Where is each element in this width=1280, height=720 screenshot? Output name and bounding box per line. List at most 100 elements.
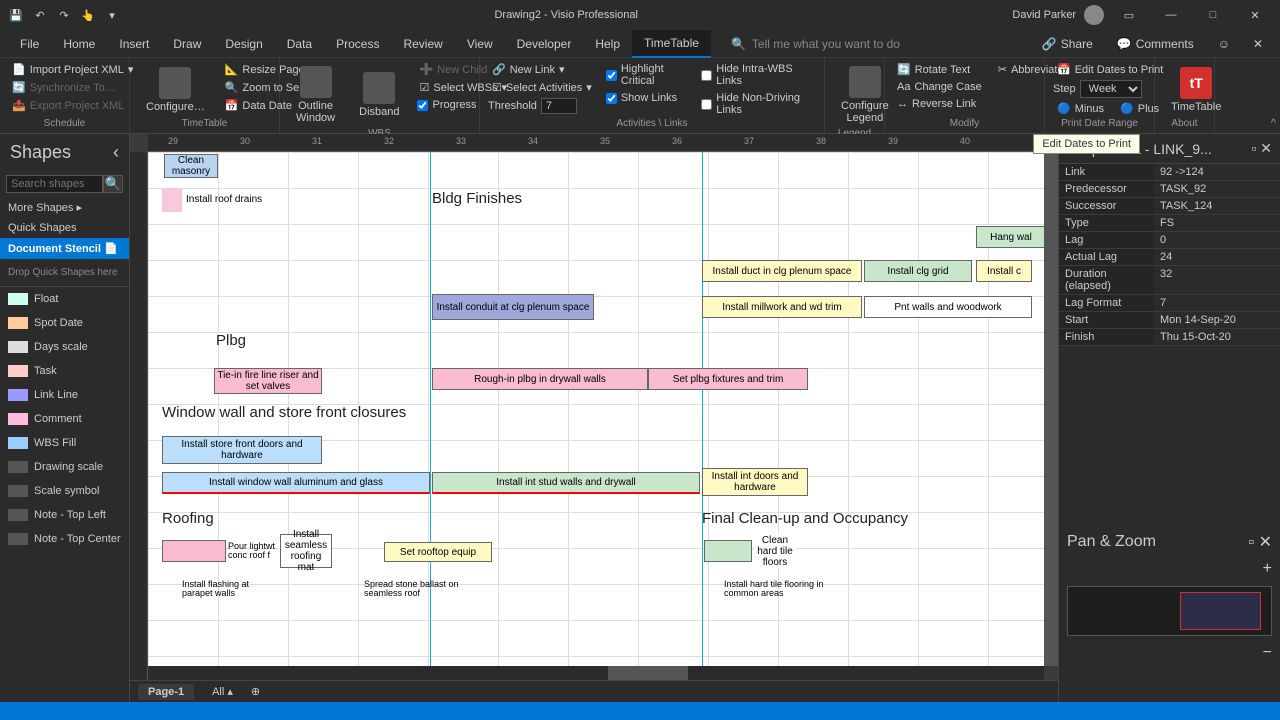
page-tab-1[interactable]: Page-1 — [138, 684, 194, 700]
change-case-button[interactable]: Aa Change Case — [893, 80, 986, 94]
task-install-c[interactable]: Install c — [976, 260, 1032, 282]
tellme-text[interactable]: Tell me what you want to do — [752, 37, 900, 51]
task-tiein[interactable]: Tie-in fire line riser and set valves — [214, 368, 322, 394]
shape-task[interactable]: Task — [0, 359, 129, 383]
shapes-collapse-icon[interactable]: ‹ — [113, 142, 119, 163]
shape-note-tl[interactable]: Note - Top Left — [0, 503, 129, 527]
shape-note-tc[interactable]: Note - Top Center — [0, 527, 129, 551]
share-button[interactable]: 🔗 Share — [1032, 33, 1103, 55]
drawing-canvas[interactable]: Clean masonry Install roof drains Bldg F… — [148, 152, 1044, 666]
redo-icon[interactable]: ↷ — [56, 7, 72, 23]
shapedata-row[interactable]: Actual Lag24 — [1059, 249, 1280, 266]
user-name[interactable]: David Parker — [1012, 9, 1076, 21]
task-int-stud[interactable]: Install int stud walls and drywall — [432, 472, 700, 494]
task-int-doors[interactable]: Install int doors and hardware — [702, 468, 808, 496]
shapedata-close-icon[interactable]: ✕ — [1260, 140, 1272, 156]
step-select[interactable]: Week — [1080, 80, 1142, 98]
shapedata-pin-icon[interactable]: ▫ — [1251, 140, 1256, 156]
task-conduit[interactable]: Install conduit at clg plenum space — [432, 294, 594, 320]
task-clean-masonry[interactable]: Clean masonry — [164, 154, 218, 178]
ribbon-display-icon[interactable]: ▭ — [1112, 0, 1146, 30]
search-button[interactable]: 🔍 — [103, 175, 123, 193]
shapedata-row[interactable]: Lag Format7 — [1059, 295, 1280, 312]
panzoom-pin-icon[interactable]: ▫ — [1248, 534, 1254, 551]
disband-button[interactable]: Disband — [351, 62, 407, 128]
configure-button[interactable]: Configure… — [138, 62, 213, 118]
qat-dropdown-icon[interactable]: ▾ — [104, 7, 120, 23]
hide-nondriving-checkbox[interactable]: Hide Non-Driving Links — [699, 91, 816, 117]
task-green-blank[interactable] — [704, 540, 752, 562]
task-blank1[interactable] — [162, 188, 182, 212]
drop-zone[interactable]: Drop Quick Shapes here — [0, 259, 129, 287]
shape-drawing-scale[interactable]: Drawing scale — [0, 455, 129, 479]
reverse-link-button[interactable]: ↔ Reverse Link — [893, 97, 986, 111]
task-clg-grid[interactable]: Install clg grid — [864, 260, 972, 282]
minus-button[interactable]: 🔵 Minus — [1053, 101, 1108, 116]
shapedata-row[interactable]: Link92 ->124 — [1059, 164, 1280, 181]
tab-draw[interactable]: Draw — [161, 30, 213, 58]
minimize-button[interactable]: — — [1154, 0, 1188, 30]
shapedata-row[interactable]: SuccessorTASK_124 — [1059, 198, 1280, 215]
new-link-button[interactable]: 🔗 New Link ▾ — [488, 62, 596, 77]
shapedata-row[interactable]: PredecessorTASK_92 — [1059, 181, 1280, 198]
quick-shapes[interactable]: Quick Shapes — [0, 218, 129, 238]
threshold-input[interactable] — [541, 98, 577, 114]
shape-scale-symbol[interactable]: Scale symbol — [0, 479, 129, 503]
show-links-checkbox[interactable]: Show Links — [604, 91, 691, 105]
hide-intra-checkbox[interactable]: Hide Intra-WBS Links — [699, 62, 816, 88]
scrollbar-horizontal[interactable] — [148, 666, 1044, 680]
import-xml-button[interactable]: 📄 Import Project XML ▾ — [8, 62, 137, 77]
shape-link-line[interactable]: Link Line — [0, 383, 129, 407]
shape-wbs-fill[interactable]: WBS Fill — [0, 431, 129, 455]
page-tab-all[interactable]: All ▴ — [202, 683, 243, 700]
comments-button[interactable]: 💬 Comments — [1107, 33, 1204, 55]
avatar[interactable] — [1084, 5, 1104, 25]
tab-insert[interactable]: Insert — [107, 30, 161, 58]
tab-help[interactable]: Help — [583, 30, 632, 58]
save-icon[interactable]: 💾 — [8, 7, 24, 23]
tab-timetable[interactable]: TimeTable — [632, 30, 711, 58]
task-hang-wal[interactable]: Hang wal — [976, 226, 1046, 248]
undo-icon[interactable]: ↶ — [32, 7, 48, 23]
tab-data[interactable]: Data — [275, 30, 324, 58]
touch-icon[interactable]: 👆 — [80, 7, 96, 23]
outline-window-button[interactable]: Outline Window — [288, 62, 343, 128]
tab-view[interactable]: View — [455, 30, 505, 58]
task-seamless[interactable]: Install seamless roofing mat — [280, 534, 332, 568]
tab-file[interactable]: File — [8, 30, 51, 58]
task-storefront[interactable]: Install store front doors and hardware — [162, 436, 322, 464]
task-millwork[interactable]: Install millwork and wd trim — [702, 296, 862, 318]
more-shapes[interactable]: More Shapes ▸ — [0, 197, 129, 218]
task-pnt-walls[interactable]: Pnt walls and woodwork — [864, 296, 1032, 318]
zoom-out-icon[interactable]: − — [1263, 644, 1272, 661]
task-clean-hard[interactable]: Clean hard tile floors — [754, 534, 796, 568]
shape-days-scale[interactable]: Days scale — [0, 335, 129, 359]
shapedata-row[interactable]: StartMon 14-Sep-20 — [1059, 312, 1280, 329]
panzoom-close-icon[interactable]: ✕ — [1259, 534, 1272, 551]
shapedata-row[interactable]: TypeFS — [1059, 215, 1280, 232]
shapedata-row[interactable]: FinishThu 15-Oct-20 — [1059, 329, 1280, 346]
tab-process[interactable]: Process — [324, 30, 391, 58]
rotate-text-button[interactable]: 🔄 Rotate Text — [893, 62, 986, 77]
tab-design[interactable]: Design — [213, 30, 274, 58]
shape-comment[interactable]: Comment — [0, 407, 129, 431]
shapedata-row[interactable]: Lag0 — [1059, 232, 1280, 249]
task-duct-plenum[interactable]: Install duct in clg plenum space — [702, 260, 862, 282]
feedback-icon[interactable]: ☺ — [1208, 33, 1240, 55]
add-page-button[interactable]: ⊕ — [251, 685, 260, 698]
ribbon-close-button[interactable]: ✕ — [1244, 37, 1272, 51]
highlight-critical-checkbox[interactable]: Highlight Critical — [604, 62, 691, 88]
task-window-alum[interactable]: Install window wall aluminum and glass — [162, 472, 430, 494]
tab-developer[interactable]: Developer — [505, 30, 584, 58]
tab-home[interactable]: Home — [51, 30, 107, 58]
panzoom-minimap[interactable] — [1067, 586, 1272, 636]
close-button[interactable]: ✕ — [1238, 0, 1272, 30]
scrollbar-vertical[interactable] — [1044, 152, 1058, 666]
edit-dates-button[interactable]: 📅 Edit Dates to Print — [1053, 62, 1167, 77]
task-setplbg[interactable]: Set plbg fixtures and trim — [648, 368, 808, 390]
shape-float[interactable]: Float — [0, 287, 129, 311]
zoom-in-icon[interactable]: + — [1263, 560, 1272, 577]
maximize-button[interactable]: □ — [1196, 0, 1230, 30]
shape-spot-date[interactable]: Spot Date — [0, 311, 129, 335]
document-stencil[interactable]: Document Stencil 📄 — [0, 238, 129, 259]
